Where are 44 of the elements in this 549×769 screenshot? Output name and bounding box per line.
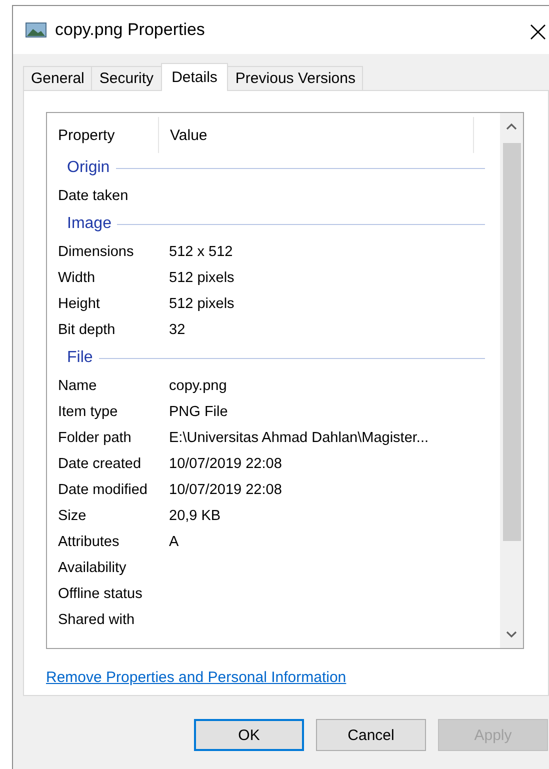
property-name: Size (57, 508, 88, 524)
property-name: Folder path (57, 430, 132, 446)
property-value: 20,9 KB (169, 508, 221, 524)
remove-properties-link[interactable]: Remove Properties and Personal Information (46, 669, 346, 686)
group-heading: Origin (67, 159, 110, 177)
window-title: copy.png Properties (55, 20, 205, 40)
tab[interactable]: Previous Versions (227, 66, 364, 90)
property-name: Date created (57, 456, 142, 472)
scroll-down-icon[interactable] (506, 631, 517, 638)
property-value: PNG File (169, 404, 228, 420)
cancel-button[interactable]: Cancel (316, 719, 426, 751)
property-value: 512 x 512 (169, 244, 233, 260)
group-heading: File (67, 349, 93, 367)
property-name: Availability (57, 560, 128, 576)
group-heading: Image (67, 215, 112, 233)
scrollbar[interactable] (500, 113, 523, 648)
property-name: Attributes (57, 534, 120, 550)
property-name: Height (57, 296, 101, 312)
property-name: Name (57, 378, 98, 394)
column-header[interactable]: Value (159, 117, 474, 153)
property-value: E:\Universitas Ahmad Dahlan\Magister... (169, 430, 429, 446)
close-icon[interactable] (530, 24, 546, 40)
scroll-up-icon[interactable] (506, 123, 517, 130)
image-file-icon (25, 22, 47, 38)
ok-button[interactable]: OK (194, 719, 304, 751)
property-value: 512 pixels (169, 296, 234, 312)
property-name: Date taken (57, 188, 130, 204)
property-value: 32 (169, 322, 186, 338)
scrollbar-thumb[interactable] (503, 143, 521, 541)
property-name: Shared with (57, 612, 136, 628)
tab[interactable]: Details (160, 63, 228, 91)
property-value: 10/07/2019 22:08 (169, 456, 282, 472)
property-value: 512 pixels (169, 270, 234, 286)
property-value: 10/07/2019 22:08 (169, 482, 282, 498)
property-name: Offline status (57, 586, 144, 602)
tab[interactable]: General (23, 66, 92, 90)
property-name: Bit depth (57, 322, 116, 338)
property-name: Dimensions (57, 244, 135, 260)
column-header[interactable]: Property (47, 117, 159, 153)
property-value: copy.png (169, 378, 227, 394)
property-name: Width (57, 270, 96, 286)
property-name: Date modified (57, 482, 148, 498)
property-value: A (169, 534, 179, 550)
property-name: Item type (57, 404, 119, 420)
